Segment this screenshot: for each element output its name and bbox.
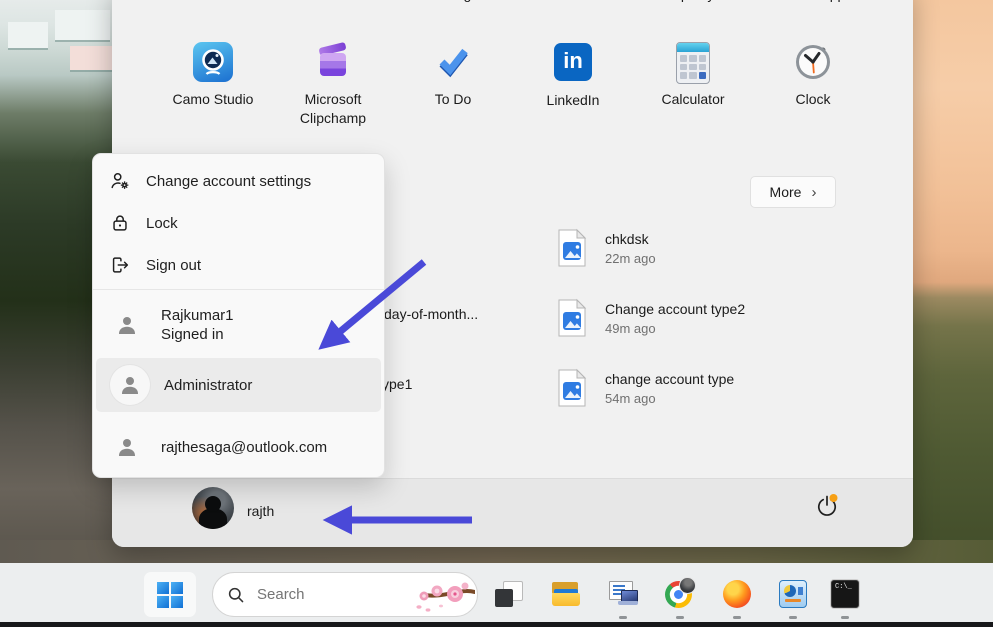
recommended-item-chkdsk[interactable]: chkdsk 22m ago: [557, 228, 656, 268]
pinned-app-todo[interactable]: To Do: [398, 42, 508, 109]
menu-divider: [93, 289, 384, 290]
menu-item-label: Change account settings: [146, 173, 311, 190]
menu-item-label: Sign out: [146, 257, 201, 274]
computer-management-icon: [779, 580, 807, 608]
wallpaper-house: [55, 10, 110, 40]
running-indicator: [676, 616, 684, 619]
power-icon: [814, 493, 840, 519]
start-menu-user-bar: rajth: [112, 478, 913, 547]
recommended-item-time: 49m ago: [605, 321, 745, 336]
account-settings-icon: [109, 170, 131, 192]
clipchamp-icon: [313, 42, 353, 82]
image-file-icon: [557, 368, 587, 408]
lock-icon: [109, 212, 131, 234]
running-indicator: [841, 616, 849, 619]
pinned-app-linkedin[interactable]: in LinkedIn: [518, 42, 628, 110]
search-icon: [227, 586, 245, 604]
recommended-item-title: change account type: [605, 371, 734, 387]
clock-icon: [793, 42, 833, 82]
menu-item-change-account-settings[interactable]: Change account settings: [93, 160, 384, 202]
pinned-app-label: LinkedIn: [518, 91, 628, 110]
screen-bottom-edge: [0, 622, 993, 627]
running-indicator: [733, 616, 741, 619]
taskbar-search[interactable]: [212, 572, 478, 617]
recommended-item-change-account-type[interactable]: change account type 54m ago: [557, 368, 734, 408]
running-indicator: [789, 616, 797, 619]
power-button[interactable]: [805, 484, 849, 528]
pinned-app-label: Camo Studio: [158, 90, 268, 109]
person-icon: [107, 427, 147, 467]
recommended-item-time: 22m ago: [605, 251, 656, 266]
running-indicator: [619, 616, 627, 619]
camo-studio-icon: [193, 42, 233, 82]
user-name[interactable]: rajth: [247, 503, 274, 519]
pinned-app-label: Microsoft Clipchamp: [278, 90, 388, 128]
image-file-icon: [557, 228, 587, 268]
recommended-item-title: chkdsk: [605, 231, 656, 247]
todo-icon: [433, 42, 473, 82]
pinned-app-clipchamp[interactable]: Microsoft Clipchamp: [278, 42, 388, 128]
pinned-app-label-cut[interactable]: Xbox: [503, 0, 643, 2]
taskbar-icon-terminal[interactable]: C:\_: [825, 574, 865, 614]
taskbar-icon-chrome[interactable]: [660, 574, 700, 614]
recommended-item-label-truncated[interactable]: ype1: [382, 376, 412, 392]
pinned-app-label-cut[interactable]: Photos: [263, 0, 403, 2]
account-name: Rajkumar1: [161, 306, 234, 325]
pinned-app-label: To Do: [398, 90, 508, 109]
pinned-app-calculator[interactable]: Calculator: [638, 42, 748, 109]
user-avatar[interactable]: [192, 487, 234, 529]
recommended-item-time: 54m ago: [605, 391, 734, 406]
task-scheduler-icon: [608, 580, 638, 608]
chrome-profile-avatar: [679, 577, 696, 594]
windows-logo-icon: [157, 582, 183, 608]
account-item-administrator[interactable]: Administrator: [96, 358, 381, 412]
person-icon: [110, 365, 150, 405]
more-button[interactable]: More ›: [750, 176, 836, 208]
pinned-app-camo-studio[interactable]: Camo Studio: [158, 42, 268, 109]
image-file-icon: [557, 298, 587, 338]
start-button[interactable]: [144, 572, 196, 617]
cherry-blossom-decoration: [403, 576, 475, 616]
taskbar-icon-file-explorer[interactable]: [546, 574, 586, 614]
pinned-app-label: Clock: [758, 90, 868, 109]
pinned-app-label-cut[interactable]: Microsoft Store: [143, 0, 283, 2]
task-view-icon: [494, 580, 522, 608]
sign-out-icon: [109, 254, 131, 276]
taskbar: C:\_: [0, 563, 993, 622]
account-name: rajthesaga@outlook.com: [161, 438, 327, 457]
pinned-app-label-cut[interactable]: Spotify: [623, 0, 763, 2]
menu-item-label: Lock: [146, 215, 178, 232]
chevron-right-icon: ›: [811, 184, 816, 201]
firefox-icon: [723, 580, 751, 608]
power-update-badge: [830, 494, 838, 502]
wallpaper-house: [70, 46, 112, 70]
account-item-rajthesaga[interactable]: rajthesaga@outlook.com: [93, 422, 384, 472]
taskbar-icon-task-view[interactable]: [488, 574, 528, 614]
wallpaper-house: [8, 22, 48, 48]
account-item-rajkumar1[interactable]: Rajkumar1 Signed in: [93, 296, 384, 354]
terminal-icon: C:\_: [830, 579, 860, 609]
recommended-item-change-account-type2[interactable]: Change account type2 49m ago: [557, 298, 745, 338]
linkedin-icon: in: [553, 43, 593, 83]
pinned-app-label-cut[interactable]: WhatsApp: [743, 0, 883, 2]
person-icon: [107, 305, 147, 345]
taskbar-icon-computer-management[interactable]: [773, 574, 813, 614]
taskbar-icon-task-scheduler[interactable]: [603, 574, 643, 614]
menu-item-lock[interactable]: Lock: [93, 202, 384, 244]
file-explorer-icon: [551, 581, 581, 607]
account-options-popup: Change account settings Lock Sign out Ra…: [92, 153, 385, 478]
calculator-icon: [673, 42, 713, 82]
recommended-item-label-truncated[interactable]: day-of-month...: [384, 306, 478, 322]
account-name: Administrator: [164, 376, 252, 395]
taskbar-icon-firefox[interactable]: [717, 574, 757, 614]
more-button-label: More: [770, 184, 802, 200]
search-input[interactable]: [255, 585, 389, 604]
chrome-icon: [665, 579, 695, 609]
menu-item-sign-out[interactable]: Sign out: [93, 244, 384, 286]
account-status: Signed in: [161, 325, 234, 344]
recommended-item-title: Change account type2: [605, 301, 745, 317]
pinned-app-label: Calculator: [638, 90, 748, 109]
pinned-app-clock[interactable]: Clock: [758, 42, 868, 109]
pinned-app-label-cut[interactable]: Settings: [383, 0, 523, 2]
